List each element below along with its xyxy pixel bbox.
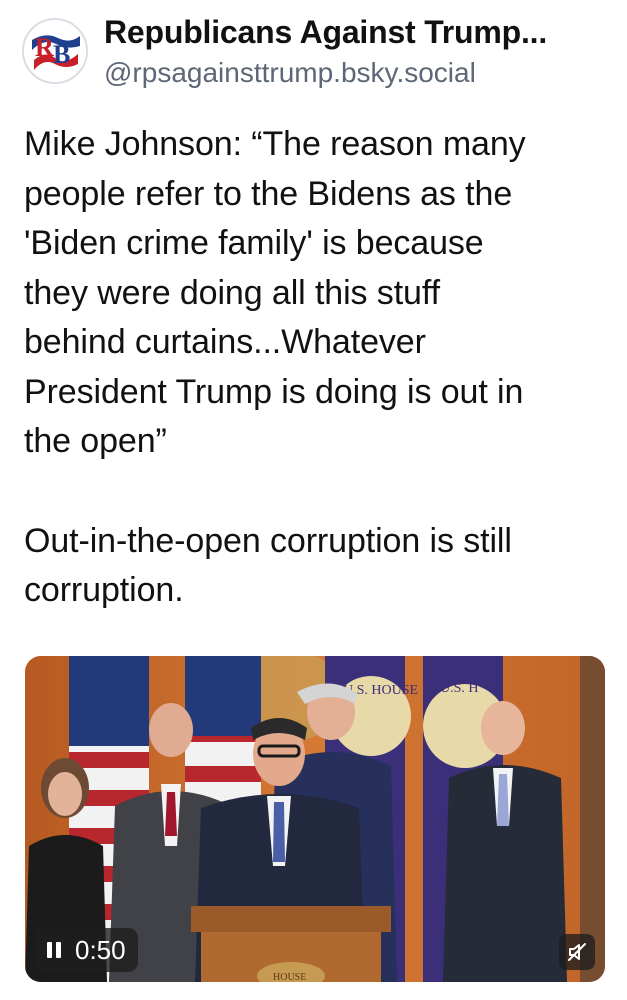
post-comment: Out-in-the-open corruption is still corr… (24, 521, 512, 610)
post-header: R B Republicans Against Trump... @rpsaga… (22, 12, 612, 92)
avatar-logo: R B (24, 20, 86, 82)
speaker-muted-icon (568, 943, 586, 961)
pause-icon[interactable] (47, 942, 61, 958)
author-handle[interactable]: @rpsagainsttrump.bsky.social (104, 57, 476, 89)
avatar[interactable]: R B (22, 18, 88, 84)
video-time-control[interactable]: 0:50 (35, 928, 138, 972)
mute-button[interactable] (559, 934, 595, 970)
post-body: Mike Johnson: “The reason many people re… (24, 120, 609, 616)
podium: HOUSE (191, 906, 391, 982)
avatar-letter-r: R (35, 33, 54, 62)
video-player[interactable]: U.S. HOUSE U.S. H HOUSE 0:50 (25, 656, 605, 982)
post-quote: Mike Johnson: “The reason many people re… (24, 125, 526, 460)
avatar-letter-b: B (53, 40, 70, 69)
podium-text: HOUSE (273, 972, 306, 982)
flag-text-right: U.S. H (440, 681, 479, 696)
display-name[interactable]: Republicans Against Trump... (104, 14, 547, 51)
video-time: 0:50 (75, 934, 126, 965)
